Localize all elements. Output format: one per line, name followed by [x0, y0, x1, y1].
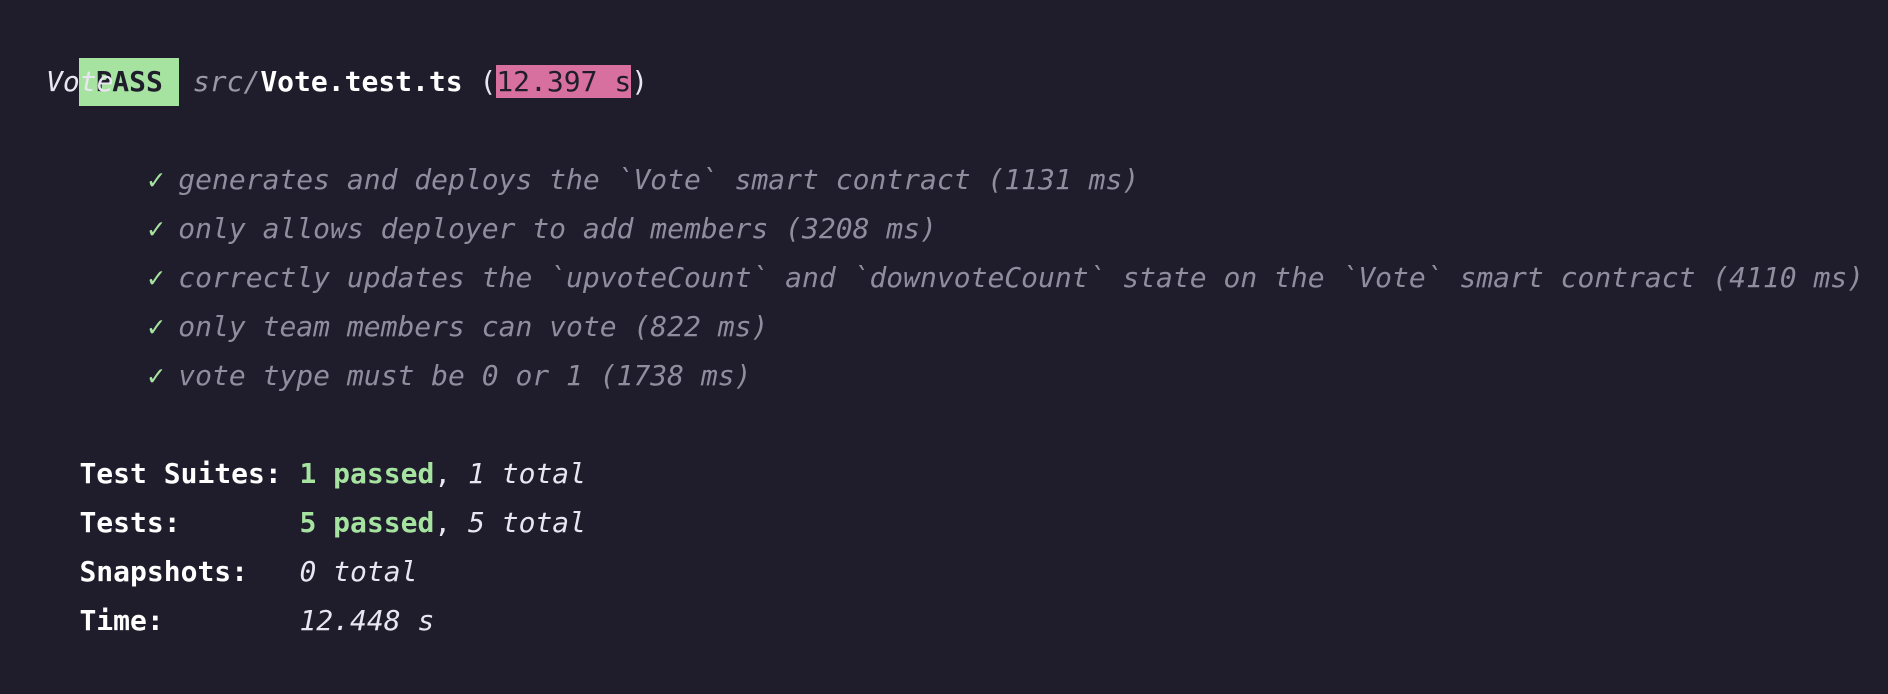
separator: ,: [434, 506, 469, 539]
total-time-value: 12.448 s: [299, 604, 435, 637]
check-icon: ✓: [147, 310, 165, 343]
check-icon: ✓: [147, 163, 165, 196]
open-paren: (: [462, 65, 497, 98]
tests-total-count: 5 total: [468, 506, 587, 539]
test-description: correctly updates the `upvoteCount` and …: [178, 261, 1865, 294]
test-file-duration: 12.397 s: [496, 65, 632, 98]
terminal-output: PASS src/Vote.test.ts (12.397 s) Vote ✓ ge…: [12, 8, 1888, 637]
tests-passed-count: 5 passed: [299, 506, 435, 539]
test-file-name: Vote.test.ts: [260, 65, 463, 98]
snapshots-total-count: 0 total: [299, 555, 418, 588]
test-description: only team members can vote (822 ms): [178, 310, 769, 343]
separator: ,: [434, 457, 469, 490]
summary-label: Time:: [79, 604, 164, 637]
test-result-row: ✓ generates and deploys the `Vote` smart …: [12, 106, 1888, 196]
test-description: only allows deployer to add members (320…: [178, 212, 937, 245]
suites-total-count: 1 total: [468, 457, 587, 490]
test-description: generates and deploys the `Vote` smart c…: [178, 163, 1140, 196]
check-icon: ✓: [147, 359, 165, 392]
test-description: vote type must be 0 or 1 (1738 ms): [178, 359, 752, 392]
summary-test-suites: Test Suites: 1 passed, 1 total: [12, 400, 1888, 490]
summary-label: Test Suites:: [79, 457, 282, 490]
summary-label: Tests:: [79, 506, 181, 539]
check-icon: ✓: [147, 212, 165, 245]
suites-passed-count: 1 passed: [299, 457, 435, 490]
summary-label: Snapshots:: [79, 555, 249, 588]
test-file-header: PASS src/Vote.test.ts (12.397 s): [12, 8, 1888, 106]
check-icon: ✓: [147, 261, 165, 294]
close-paren: ): [631, 65, 649, 98]
test-file-dir: src/: [192, 65, 261, 98]
